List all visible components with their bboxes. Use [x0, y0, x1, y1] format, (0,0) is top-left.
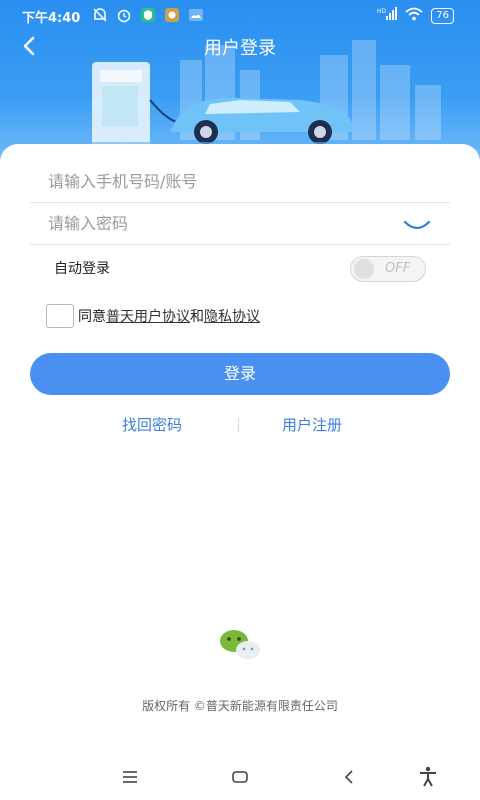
back-icon[interactable] [338, 765, 362, 789]
wechat-icon[interactable] [218, 628, 262, 662]
copyright-text: 版权所有 ©普天新能源有限责任公司 [142, 699, 338, 713]
agreement-row: 同意 普天用户协议 和 隐私协议 [46, 304, 260, 328]
auto-login-toggle[interactable]: OFF [350, 256, 426, 282]
toggle-knob [354, 259, 374, 279]
toggle-state-text: OFF [385, 261, 411, 276]
phone-field [30, 160, 450, 203]
system-nav-bar [0, 755, 480, 800]
password-field [30, 202, 450, 245]
link-divider [238, 418, 239, 432]
agree-prefix: 同意 [78, 309, 106, 325]
eye-closed-icon[interactable] [402, 214, 432, 234]
login-button[interactable]: 登录 [30, 353, 450, 395]
home-icon[interactable] [228, 765, 252, 789]
phone-input[interactable] [30, 160, 390, 202]
user-agreement-link[interactable]: 普天用户协议 [106, 306, 190, 326]
password-input[interactable] [30, 202, 390, 244]
accessibility-icon[interactable] [416, 765, 440, 789]
and-text: 和 [190, 309, 204, 325]
agreement-checkbox[interactable] [46, 304, 74, 328]
privacy-agreement-link[interactable]: 隐私协议 [204, 306, 260, 326]
menu-icon[interactable] [118, 765, 142, 789]
recover-password-link[interactable]: 找回密码 [122, 414, 182, 435]
register-link[interactable]: 用户注册 [282, 414, 342, 435]
auto-login-label: 自动登录 [54, 261, 110, 277]
